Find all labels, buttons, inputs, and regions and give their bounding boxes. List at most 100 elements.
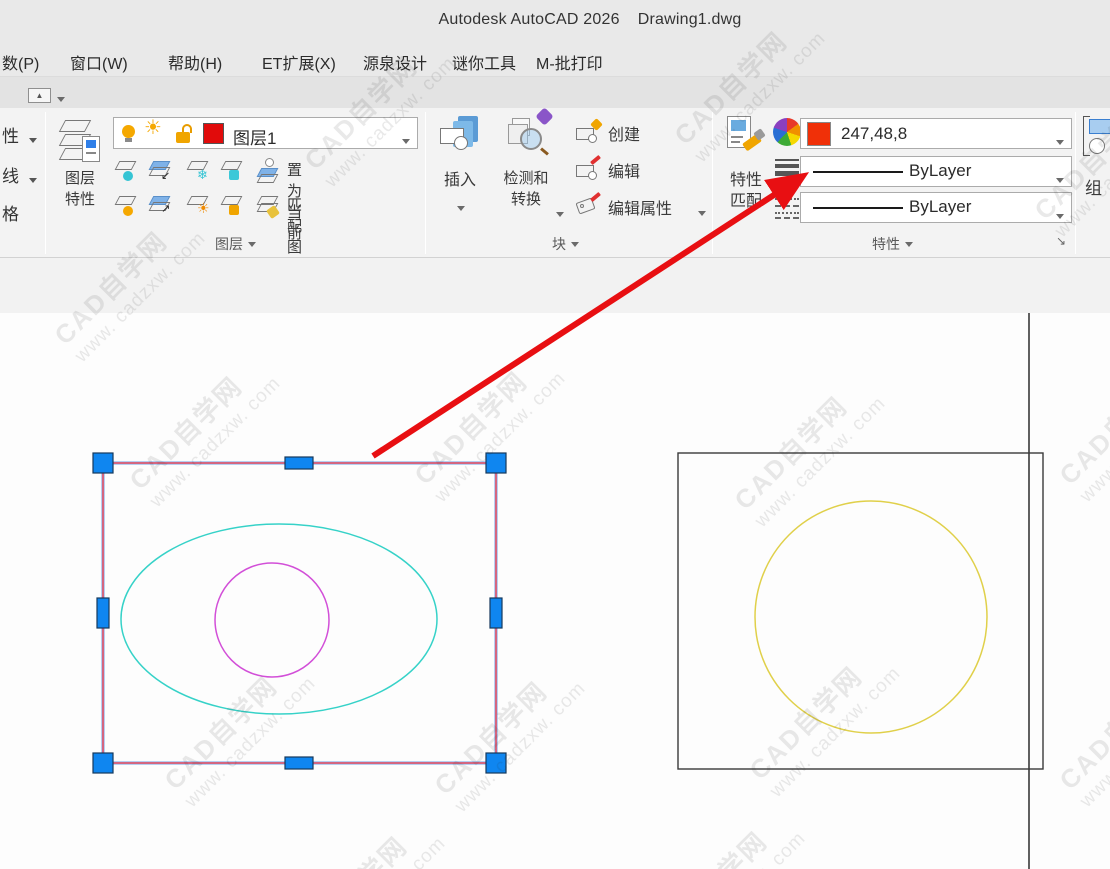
layer-on-button[interactable] <box>113 193 141 219</box>
group-icon[interactable] <box>1083 116 1110 160</box>
layer-unlock-button[interactable] <box>219 193 247 219</box>
window-title: Autodesk AutoCAD 2026 Drawing1.dwg <box>0 11 1110 29</box>
bulb-on-icon[interactable] <box>122 125 136 143</box>
right-rectangle[interactable] <box>678 453 1043 769</box>
lineweight-value: ByLayer <box>909 161 971 181</box>
drawing-svg <box>0 313 1110 869</box>
layer-color-swatch[interactable] <box>203 123 224 144</box>
block-create-row[interactable]: 创建 <box>576 120 712 150</box>
layer-properties-button[interactable]: 图层 特性 <box>52 112 108 224</box>
block-edit-row[interactable]: 编辑 <box>576 157 712 187</box>
cut-button-xing[interactable]: 性 <box>2 122 19 147</box>
groups-panel-cut: 组 <box>1077 108 1110 258</box>
object-color-swatch <box>807 122 831 146</box>
layer-thaw-button[interactable]: ☀ <box>185 193 213 219</box>
block-edit-attrs-row[interactable]: 编辑属性 <box>576 194 712 224</box>
grip-mid-bottom[interactable] <box>285 757 313 769</box>
linetype-icon[interactable] <box>775 196 801 220</box>
unlock-icon[interactable] <box>176 124 194 144</box>
create-block-icon <box>576 122 602 144</box>
make-current-icon[interactable] <box>255 158 283 184</box>
ribbon-collapse-button[interactable]: ▲ <box>28 88 51 103</box>
linetype-value: ByLayer <box>909 197 971 217</box>
grip-corner-topleft[interactable] <box>93 453 113 473</box>
lineweight-icon[interactable] <box>775 158 801 184</box>
menu-item-parameters[interactable]: 数(P) <box>2 50 39 74</box>
layer-lock-button[interactable] <box>219 158 247 184</box>
match-properties-label-1: 特性 <box>721 170 771 191</box>
edit-attributes-icon <box>576 196 602 218</box>
panel-annotation-cut: 性 线 格 <box>0 120 44 250</box>
grip-corner-bottomright[interactable] <box>486 753 506 773</box>
cut-button-ge[interactable]: 格 <box>2 200 19 225</box>
chevron-down-icon[interactable] <box>402 131 410 149</box>
layer-stack-icon <box>60 118 100 162</box>
detect-convert-icon <box>508 114 554 164</box>
cyan-ellipse[interactable] <box>121 524 437 714</box>
title-bar: Autodesk AutoCAD 2026 Drawing1.dwg <box>0 0 1110 42</box>
detect-convert-button[interactable]: 检测和 转换 <box>494 112 566 224</box>
document-title: Drawing1.dwg <box>638 11 742 28</box>
create-block-label: 创建 <box>608 121 640 145</box>
edit-block-icon <box>576 159 602 181</box>
grip-mid-left[interactable] <box>97 598 109 628</box>
grip-mid-top[interactable] <box>285 457 313 469</box>
color-wheel-icon[interactable] <box>773 118 801 146</box>
grip-corner-topright[interactable] <box>486 453 506 473</box>
below-ribbon-strip <box>0 258 1110 313</box>
menu-item-yuanquan[interactable]: 源泉设计 <box>363 50 427 74</box>
layers-panel-title[interactable]: 图层 <box>215 234 256 254</box>
menu-item-batch-print[interactable]: M-批打印 <box>536 50 603 74</box>
chevron-down-icon[interactable] <box>1056 170 1064 188</box>
chevron-down-icon[interactable] <box>1056 132 1064 150</box>
yellow-circle[interactable] <box>755 501 987 733</box>
lineweight-sample-line <box>813 171 903 173</box>
ribbon-collapse-options-icon[interactable] <box>57 89 65 107</box>
linetype-sample-line <box>813 207 903 209</box>
properties-dialog-launcher-icon[interactable]: ↘ <box>1056 234 1066 248</box>
detect-convert-label-1: 检测和 <box>494 168 558 189</box>
autocad-window: Autodesk AutoCAD 2026 Drawing1.dwg 数(P) 窗… <box>0 0 1110 869</box>
layer-off-button[interactable] <box>113 158 141 184</box>
layer-freeze-button[interactable]: ❄ <box>185 158 213 184</box>
layer-tools-row1: ↙ ❄ 置为当前 <box>113 156 293 188</box>
layer-unisolate-button[interactable]: ↗ <box>147 193 175 219</box>
menu-item-et-extend[interactable]: ET扩展(X) <box>262 50 336 74</box>
app-title: Autodesk AutoCAD 2026 <box>438 11 619 28</box>
magenta-circle[interactable] <box>215 563 329 677</box>
menu-item-help[interactable]: 帮助(H) <box>168 50 222 74</box>
edit-attributes-label: 编辑属性 <box>608 195 672 219</box>
properties-panel-title[interactable]: 特性 <box>872 234 913 254</box>
menu-item-window[interactable]: 窗口(W) <box>70 50 128 74</box>
chevron-down-icon[interactable] <box>29 170 37 188</box>
sun-icon[interactable]: ☀ <box>144 123 162 134</box>
match-properties-label-2: 匹配 <box>721 191 771 212</box>
insert-button[interactable]: 插入 <box>434 112 486 224</box>
ribbon: 性 线 格 图层 特性 <box>0 108 1110 258</box>
match-layer-icon[interactable] <box>255 193 283 219</box>
detect-convert-label-2: 转换 <box>494 189 558 210</box>
ribbon-tab-strip: ▲ <box>0 77 1110 108</box>
menu-item-mini-tools[interactable]: 谜你工具 <box>452 50 516 74</box>
object-color-combo[interactable]: 247,48,8 <box>800 118 1072 149</box>
drawing-canvas[interactable] <box>0 313 1110 869</box>
layer-isolate-button[interactable]: ↙ <box>147 158 175 184</box>
grip-corner-bottomleft[interactable] <box>93 753 113 773</box>
edit-block-label: 编辑 <box>608 158 640 182</box>
object-color-value: 247,48,8 <box>841 124 907 144</box>
insert-block-icon <box>440 116 482 164</box>
cut-button-xian[interactable]: 线 <box>2 162 19 187</box>
layer-tools-row2: ↗ ☀ 匹配图层 <box>113 191 293 223</box>
block-panel-title[interactable]: 块 <box>552 234 579 254</box>
chevron-down-icon <box>698 203 706 221</box>
layer-combo[interactable]: ☀ 图层1 <box>113 117 418 149</box>
grip-mid-right[interactable] <box>490 598 502 628</box>
match-properties-button[interactable]: 特性 匹配 <box>721 112 771 224</box>
chevron-down-icon <box>556 204 564 222</box>
chevron-down-icon[interactable] <box>29 130 37 148</box>
linetype-combo[interactable]: ByLayer <box>800 192 1072 223</box>
menu-bar: 数(P) 窗口(W) 帮助(H) ET扩展(X) 源泉设计 谜你工具 M-批打印 <box>0 42 1110 77</box>
lineweight-combo[interactable]: ByLayer <box>800 156 1072 187</box>
chevron-down-icon[interactable] <box>1056 206 1064 224</box>
panel-separator <box>1075 112 1076 254</box>
